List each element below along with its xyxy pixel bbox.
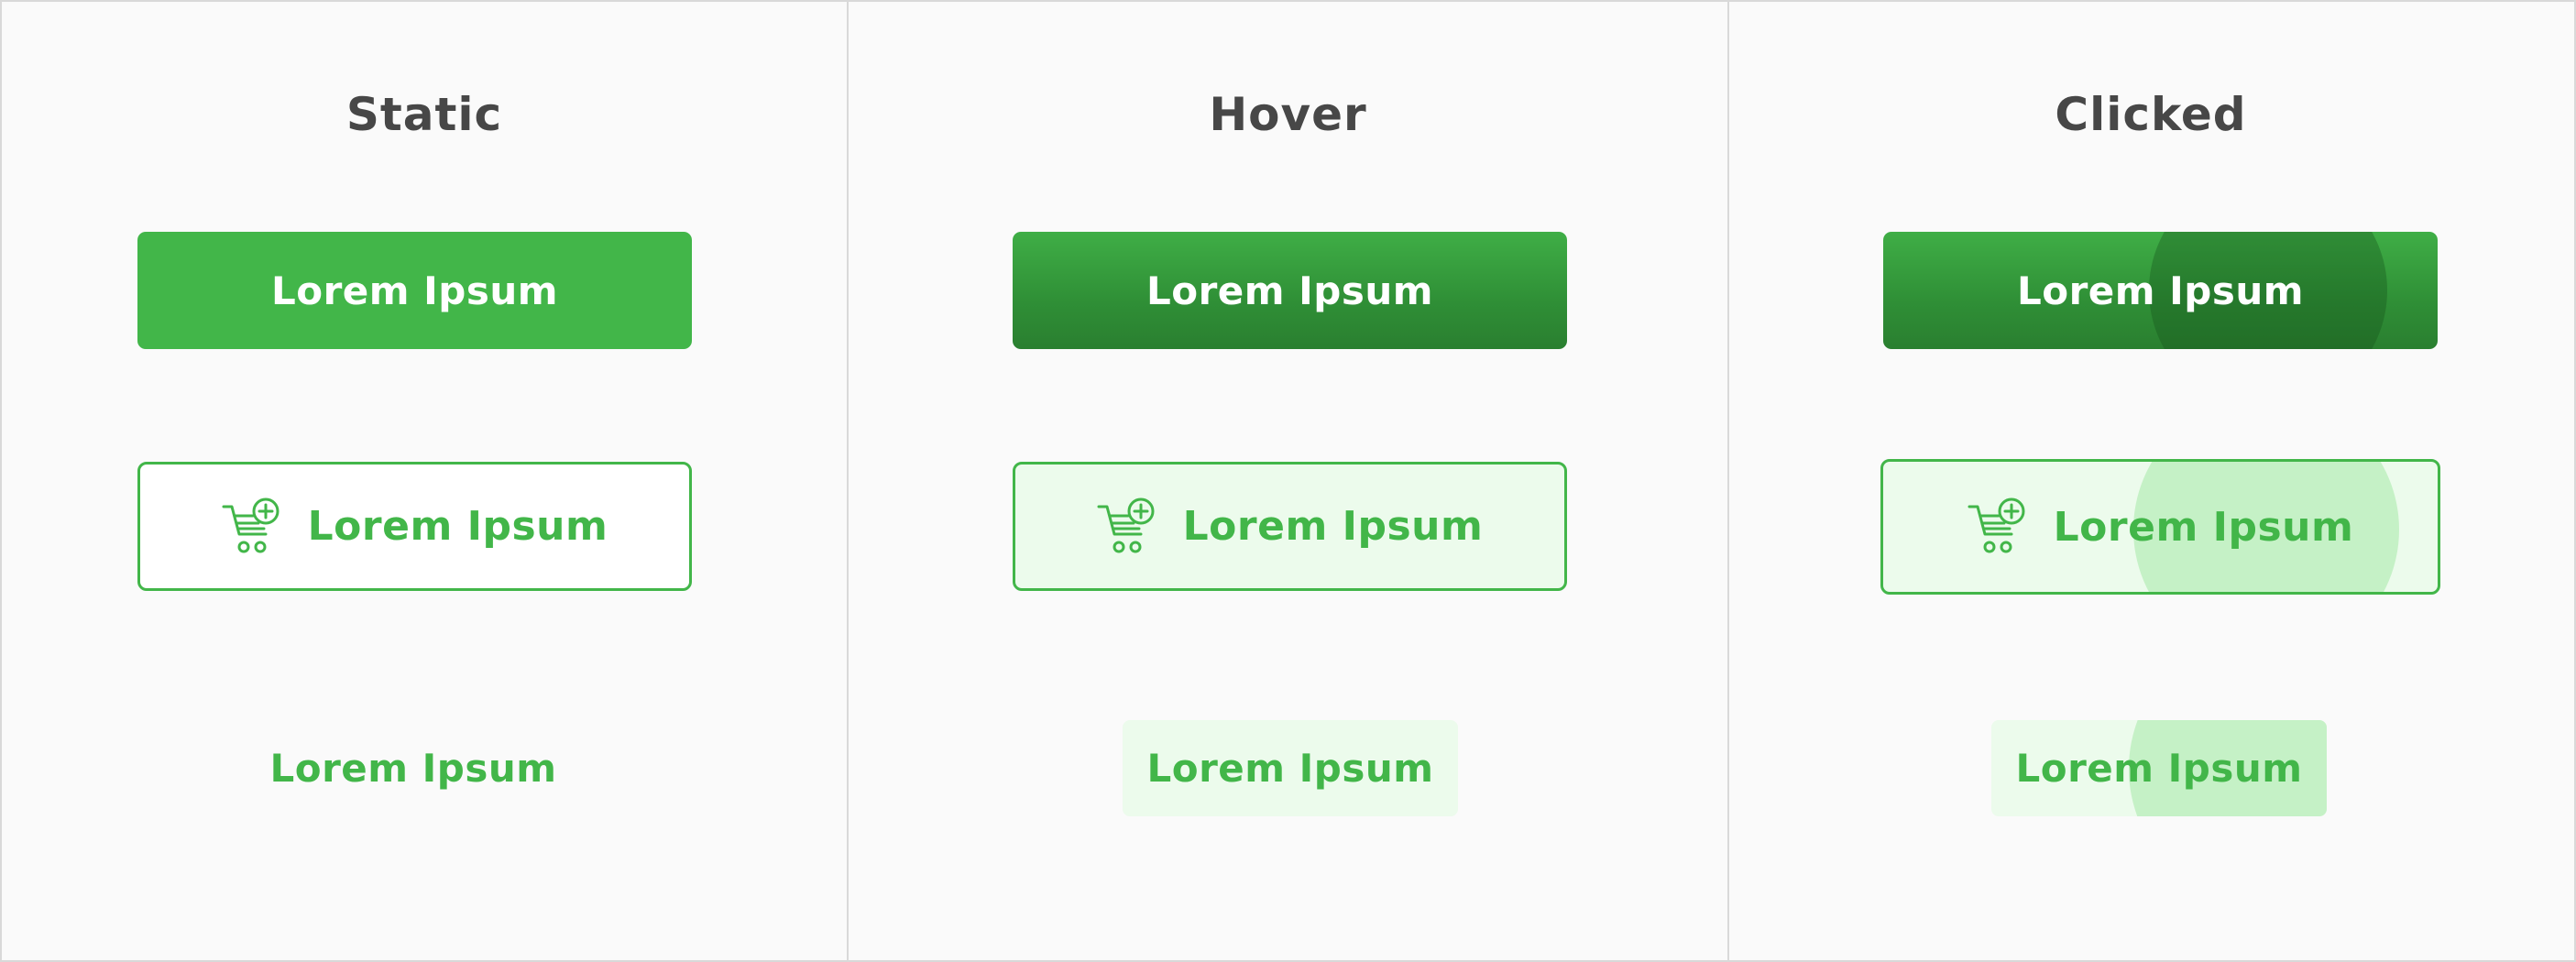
add-to-cart-button-label: Lorem Ipsum <box>2053 503 2354 551</box>
add-to-cart-button[interactable]: Lorem Ipsum <box>137 462 692 591</box>
text-button-label: Lorem Ipsum <box>269 746 557 791</box>
primary-button[interactable]: Lorem Ipsum <box>1883 232 2438 349</box>
column-title: Static <box>345 88 503 141</box>
add-to-cart-button-label: Lorem Ipsum <box>1182 503 1484 550</box>
primary-button-label: Lorem Ipsum <box>270 268 559 313</box>
text-button[interactable]: Lorem Ipsum <box>138 720 688 816</box>
cart-add-icon <box>1097 497 1156 556</box>
add-to-cart-button[interactable]: Lorem Ipsum <box>1013 462 1567 591</box>
text-button-label: Lorem Ipsum <box>2015 746 2303 791</box>
add-to-cart-button-label: Lorem Ipsum <box>307 503 608 550</box>
text-button[interactable]: Lorem Ipsum <box>1991 720 2327 816</box>
primary-button[interactable]: Lorem Ipsum <box>1013 232 1567 349</box>
cart-add-icon <box>1968 497 2026 556</box>
primary-button[interactable]: Lorem Ipsum <box>137 232 692 349</box>
column-clicked: Clicked Lorem Ipsum Lorem Ipsum Lorem Ip… <box>1729 2 2572 960</box>
column-title: Clicked <box>2055 88 2247 141</box>
text-button[interactable]: Lorem Ipsum <box>1123 720 1458 816</box>
primary-button-label: Lorem Ipsum <box>1145 268 1434 313</box>
column-hover: Hover Lorem Ipsum Lorem Ipsum Lorem Ipsu… <box>849 2 1729 960</box>
text-button-label: Lorem Ipsum <box>1146 746 1434 791</box>
add-to-cart-button[interactable]: Lorem Ipsum <box>1880 459 2440 595</box>
cart-add-icon <box>222 497 280 556</box>
column-static: Static Lorem Ipsum Lorem Ipsum Lorem Ips… <box>2 2 849 960</box>
primary-button-label: Lorem Ipsum <box>2016 268 2305 313</box>
button-states-panel: Static Lorem Ipsum Lorem Ipsum Lorem Ips… <box>0 0 2576 962</box>
column-title: Hover <box>1209 88 1367 141</box>
